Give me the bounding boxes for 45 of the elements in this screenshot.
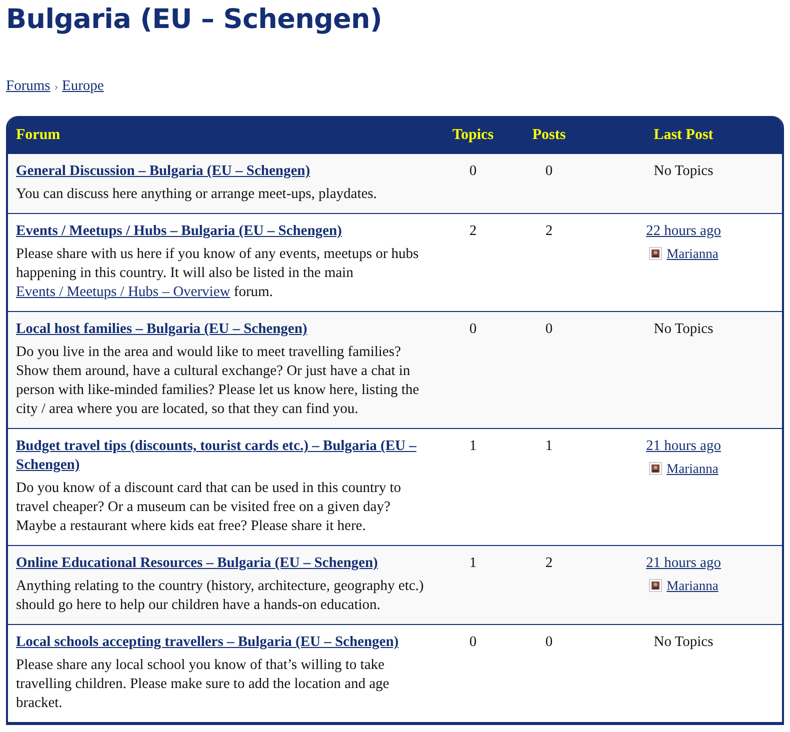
author-link[interactable]: Marianna [666,459,718,478]
topic-count: 0 [469,320,477,340]
last-post-time-link[interactable]: 21 hours ago [646,554,721,574]
no-topics-text: No Topics [654,633,714,652]
avatar-icon [648,579,662,592]
forum-description: Do you know of a discount card that can be used in this country to travel cheaper? Or a museum can be visited free on a given day? Maybe a restaurant where kids eat free? Please share it here. [16,479,402,536]
forum-description: Do you live in the area and would like to meet travelling families? Show them around, have a cultural exchange? Or just have a chat in person with like-minded families? Please let us know here, listing the city / area where you are located, so that they can find you. [16,343,420,420]
post-count: 0 [545,162,553,182]
column-header: Topics [452,126,494,143]
author-link[interactable]: Marianna [666,244,718,264]
forum-description: Please share with us here if you know of any events, meetups or hubs happening in this country. It will also be listed in the main Events / Meetups / Hubs – Overview forum. [16,245,420,302]
forum-description: Please share any local school you know of that’s willing to take travelling children. Please make sure to add the location and age bracket. [16,656,390,714]
topic-count: 2 [469,222,477,242]
last-post-time-link[interactable]: 21 hours ago [646,437,721,456]
no-topics-text: No Topics [654,320,714,340]
post-count: 2 [545,554,553,574]
forum-description: Anything relating to the country (history, architecture, geography etc.) should go here to help our children have a hands-on education. [16,577,425,616]
avatar-icon [648,247,662,260]
topic-count: 0 [469,162,477,182]
column-header: Posts [532,126,566,143]
topic-count: 1 [469,554,477,574]
no-topics-text: No Topics [654,162,714,182]
last-post-time-link[interactable]: 22 hours ago [646,222,721,242]
breadcrumb-link[interactable]: Europe [62,78,104,94]
forum-title-link[interactable]: Local schools accepting travellers – Bulgaria (EU – Schengen) [16,633,399,652]
forum-title-link[interactable]: General Discussion – Bulgaria (EU – Schengen) [16,162,310,182]
forum-title-link[interactable]: Events / Meetups / Hubs – Bulgaria (EU – Schengen) [16,222,342,242]
post-count: 0 [545,633,553,652]
breadcrumb-separator: › [54,81,58,94]
forum-title-link[interactable]: Budget travel tips (discounts, tourist cards etc.) – Bulgaria (EU – Schengen) [16,437,425,476]
forum-title-link[interactable]: Online Educational Resources – Bulgaria (EU – Schengen) [16,554,378,574]
author-link[interactable]: Marianna [666,576,718,596]
column-header: Forum [16,126,60,143]
forum-title-link[interactable]: Local host families – Bulgaria (EU – Schengen) [16,320,308,340]
topic-count: 1 [469,437,477,456]
post-count: 1 [545,437,553,456]
breadcrumb-link[interactable]: Forums [6,78,50,94]
post-count: 0 [545,320,553,340]
forum-link[interactable]: Events / Meetups / Hubs – Overview [16,284,230,300]
avatar-icon [648,462,662,476]
post-count: 2 [545,222,553,242]
forum-description: You can discuss here anything or arrange meet-ups, playdates. [16,185,378,204]
page-title: Bulgaria (EU – Schengen) [6,4,384,36]
topic-count: 0 [469,633,477,652]
column-header: Last Post [654,126,714,143]
